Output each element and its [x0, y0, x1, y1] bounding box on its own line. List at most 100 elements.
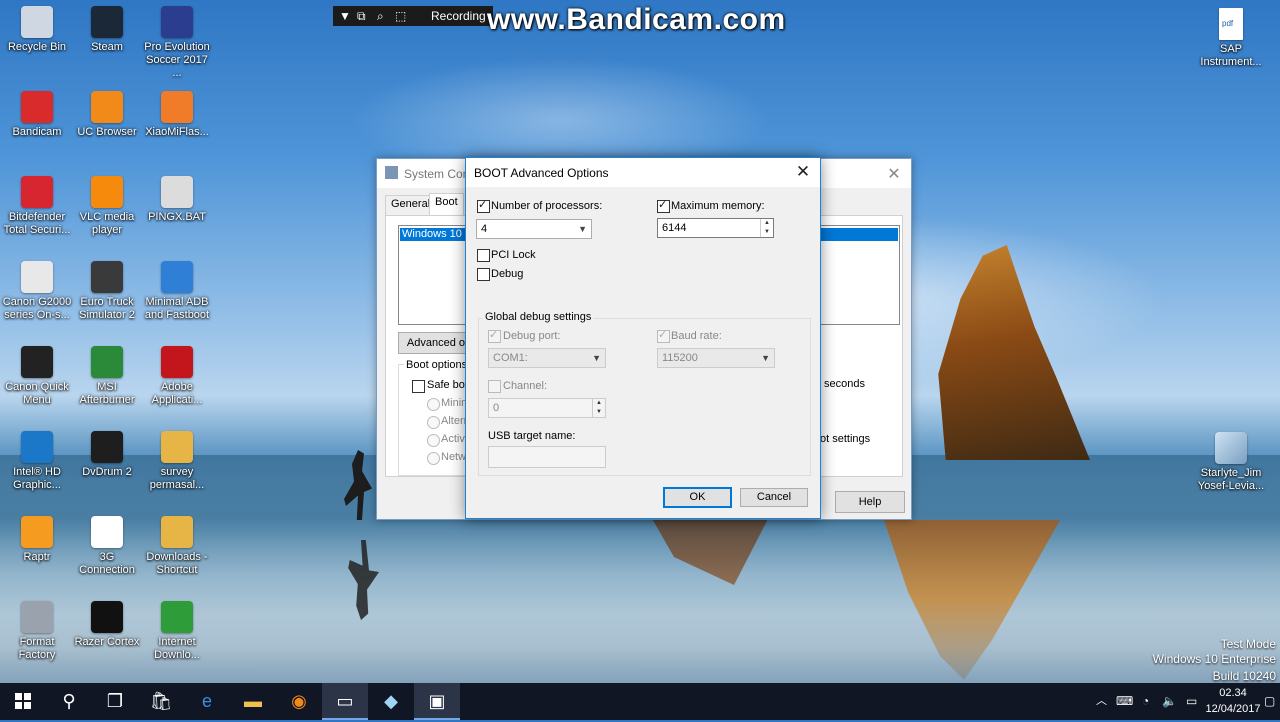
notifications-icon[interactable]: ▢	[1264, 683, 1275, 720]
cancel-button[interactable]: Cancel	[740, 488, 808, 507]
show-hidden-icons-icon[interactable]: ︿	[1096, 683, 1107, 720]
cmd-taskbar-icon[interactable]: ▭	[322, 683, 368, 720]
desktop-icon[interactable]: MSI Afterburner	[72, 346, 142, 407]
sysconfig-app-icon	[385, 166, 398, 179]
desktop-icon-label: survey permasal...	[149, 466, 205, 491]
desktop-icon[interactable]: Bitdefender Total Securi...	[2, 176, 72, 237]
store-icon[interactable]: 🛍	[138, 683, 184, 720]
alternate-shell-radio[interactable]	[427, 416, 440, 429]
desktop-icon-sap[interactable]: pdf SAP Instrument...	[1196, 8, 1266, 69]
raptr-icon	[21, 516, 53, 548]
desktop-icon-label: Bitdefender Total Securi...	[3, 211, 71, 236]
active-directory-radio[interactable]	[427, 434, 440, 447]
desktop-icon[interactable]: 3G Connection	[72, 516, 142, 577]
maximum-memory-label: Maximum memory:	[671, 200, 765, 212]
help-button[interactable]: Help	[835, 491, 905, 513]
rock-formation	[938, 245, 1090, 460]
desktop-icon-label: VLC media player	[79, 211, 135, 236]
debug-port-select[interactable]: COM1: ▼	[488, 348, 606, 368]
uc-browser-taskbar-icon[interactable]: ◉	[276, 683, 322, 720]
desktop-icon[interactable]: Internet Downlo...	[142, 601, 212, 662]
desktop-icon[interactable]: Canon Quick Menu	[2, 346, 72, 407]
desktop-icon[interactable]: Adobe Applicati...	[142, 346, 212, 407]
boot-dialog-title: BOOT Advanced Options	[474, 166, 609, 180]
desktop-icon-label: Canon Quick Menu	[5, 381, 69, 406]
sysconfig-close-icon[interactable]: ✕	[883, 164, 905, 183]
recycle-bin-icon	[21, 6, 53, 38]
channel-checkbox[interactable]	[488, 380, 501, 393]
ok-button[interactable]: OK	[663, 487, 732, 508]
number-of-processors-label: Number of processors:	[491, 200, 603, 212]
folder-icon	[161, 431, 193, 463]
desktop-icon[interactable]: Canon G2000 series On-s...	[2, 261, 72, 322]
input-method-icon[interactable]: ⌨	[1116, 683, 1133, 720]
desktop-icon[interactable]: Intel® HD Graphic...	[2, 431, 72, 492]
desktop-icon[interactable]: survey permasal...	[142, 431, 212, 492]
chevron-down-icon: ▼	[578, 224, 587, 234]
edge-icon[interactable]: e	[184, 683, 230, 720]
baud-rate-select[interactable]: 115200 ▼	[657, 348, 775, 368]
spin-updown-icon[interactable]: ▲ ▼	[592, 399, 605, 417]
pdf-file-icon: pdf	[1219, 8, 1243, 40]
spin-updown-icon[interactable]: ▲ ▼	[760, 219, 773, 237]
desktop-icon[interactable]: Razer Cortex	[72, 601, 142, 649]
safe-boot-checkbox[interactable]	[412, 380, 425, 393]
zoom-icon[interactable]: ⌕	[377, 9, 384, 24]
number-of-processors-checkbox[interactable]	[477, 198, 490, 213]
msconfig-taskbar-icon[interactable]: ▣	[414, 683, 460, 720]
desktop-icon[interactable]: Bandicam	[2, 91, 72, 139]
number-of-processors-select[interactable]: 4 ▼	[476, 219, 592, 239]
desktop-icon-label: Raptr	[23, 551, 51, 563]
desktop-icon[interactable]: Steam	[72, 6, 142, 54]
desktop-icon[interactable]: UC Browser	[72, 91, 142, 139]
clock-time: 02.34	[1219, 687, 1247, 699]
wifi-icon[interactable]: ◔	[1142, 683, 1149, 720]
maximum-memory-input[interactable]: 6144 ▲ ▼	[657, 218, 774, 238]
usb-target-name-label: USB target name:	[488, 430, 576, 442]
maximum-memory-checkbox[interactable]	[657, 198, 670, 213]
desktop-icon[interactable]: VLC media player	[72, 176, 142, 237]
recording-toolbar[interactable]: ▼ ⧉ ⌕ ⬚ Recording	[333, 6, 493, 26]
desktop-icon-label: UC Browser	[77, 126, 137, 138]
start-button[interactable]	[0, 683, 46, 720]
chevron-down-icon: ▼	[592, 353, 601, 363]
network-radio[interactable]	[427, 452, 440, 465]
desktop-icon-label: Canon G2000 series On-s...	[2, 296, 72, 321]
debug-port-checkbox[interactable]	[488, 328, 501, 343]
desktop-icon[interactable]: PINGX.BAT	[142, 176, 212, 224]
test-mode-label: Test Mode	[1220, 637, 1276, 651]
app-taskbar-icon[interactable]: ◆	[368, 683, 414, 720]
adobe-icon	[161, 346, 193, 378]
desktop-icon[interactable]: Pro Evolution Soccer 2017 ...	[142, 6, 212, 80]
capture-region-icon[interactable]: ⬚	[395, 9, 406, 23]
chevron-down-icon: ▼	[761, 353, 770, 363]
task-view-icon[interactable]: ❐	[92, 683, 138, 720]
taskbar-clock[interactable]: 02.34 12/04/2017	[1205, 685, 1261, 717]
boot-dialog-close-icon[interactable]: ✕	[792, 162, 814, 182]
desktop-icon-label: Minimal ADB and Fastboot	[144, 296, 210, 321]
pci-lock-checkbox[interactable]	[477, 249, 490, 262]
usb-target-name-input[interactable]	[488, 446, 606, 468]
debug-checkbox[interactable]	[477, 268, 490, 281]
desktop-icon[interactable]: Minimal ADB and Fastboot	[142, 261, 212, 322]
file-explorer-icon[interactable]: ▬	[230, 683, 276, 720]
baud-rate-checkbox[interactable]	[657, 328, 670, 343]
channel-input[interactable]: 0 ▲ ▼	[488, 398, 606, 418]
desktop-icon[interactable]: Recycle Bin	[2, 6, 72, 54]
desktop-icon[interactable]: Euro Truck Simulator 2	[72, 261, 142, 322]
keyboard-icon[interactable]: ▭	[1186, 683, 1197, 720]
desktop-icon[interactable]: Raptr	[2, 516, 72, 564]
minimal-radio[interactable]	[427, 398, 440, 411]
window-icon[interactable]: ⧉	[357, 9, 366, 24]
boot-dialog-title-bar[interactable]: BOOT Advanced Options ✕	[466, 158, 820, 187]
desktop-icon-starlyte[interactable]: Starlyte_Jim Yosef-Levia...	[1196, 432, 1266, 493]
desktop-icon[interactable]: DvDrum 2	[72, 431, 142, 479]
desktop-icon-label: Recycle Bin	[7, 41, 67, 53]
collapse-icon[interactable]: ▼	[339, 9, 351, 23]
desktop-icon[interactable]: XiaoMiFlas...	[142, 91, 212, 139]
volume-icon[interactable]: 🔈	[1162, 683, 1177, 720]
desktop-icon[interactable]: Downloads - Shortcut	[142, 516, 212, 577]
boot-advanced-options-dialog[interactable]: BOOT Advanced Options ✕ Number of proces…	[465, 157, 821, 519]
desktop-icon[interactable]: Format Factory	[2, 601, 72, 662]
search-icon[interactable]: ⚲	[46, 683, 92, 720]
